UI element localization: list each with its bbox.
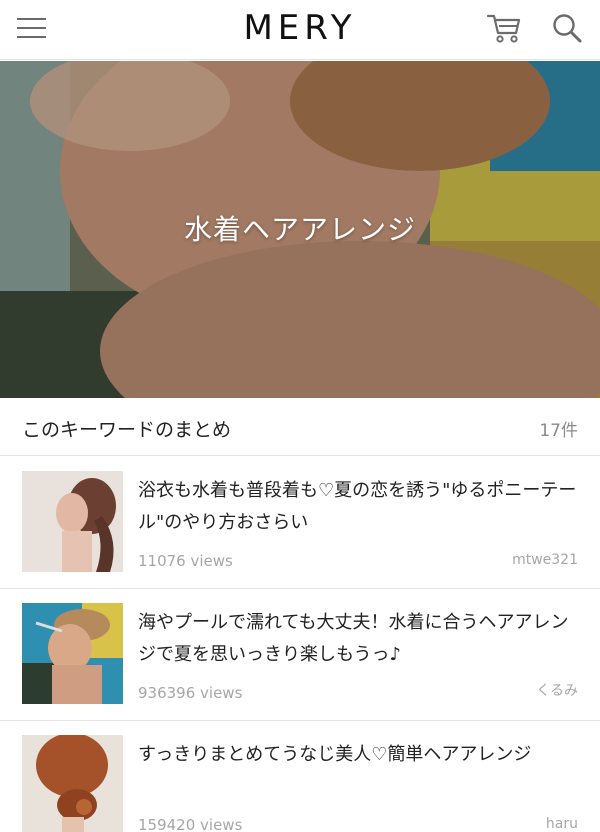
article-title[interactable]: 浴衣も水着も普段着も♡夏の恋を誘う"ゆるポニーテール"のやり方おさらい: [138, 475, 578, 539]
article-item[interactable]: 海やプールで濡れても大丈夫！水着に合うヘアアレンジで夏を思いっきり楽しもうっ♪ …: [0, 589, 600, 721]
section-title: このキーワードのまとめ: [22, 419, 232, 441]
hamburger-menu-icon[interactable]: [16, 14, 48, 44]
article-views: 11076 views: [138, 552, 233, 570]
article-title[interactable]: 海やプールで濡れても大丈夫！水着に合うヘアアレンジで夏を思いっきり楽しもうっ♪: [138, 607, 578, 671]
article-author[interactable]: mtwe321: [512, 552, 578, 568]
article-item[interactable]: 浴衣も水着も普段着も♡夏の恋を誘う"ゆるポニーテール"のやり方おさらい 1107…: [0, 457, 600, 589]
mery-logo[interactable]: MERY: [243, 8, 356, 48]
top-header: MERY: [0, 0, 600, 60]
article-views: 936396 views: [138, 684, 243, 702]
article-thumbnail[interactable]: [22, 735, 123, 832]
article-author[interactable]: haru: [546, 816, 578, 832]
hero-banner: 水着ヘアアレンジ: [0, 61, 600, 398]
cart-icon[interactable]: [486, 11, 522, 45]
article-item[interactable]: すっきりまとめてうなじ美人♡簡単ヘアアレンジ 159420 views haru: [0, 721, 600, 832]
keyword-summary-header: このキーワードのまとめ 17件: [0, 398, 600, 456]
article-author[interactable]: くるみ: [536, 680, 578, 700]
search-icon[interactable]: [550, 11, 584, 45]
article-thumbnail[interactable]: [22, 603, 123, 704]
article-title[interactable]: すっきりまとめてうなじ美人♡簡単ヘアアレンジ: [138, 739, 578, 771]
article-count: 17件: [539, 421, 578, 441]
article-views: 159420 views: [138, 816, 243, 832]
article-thumbnail[interactable]: [22, 471, 123, 572]
hero-title: 水着ヘアアレンジ: [183, 213, 416, 246]
